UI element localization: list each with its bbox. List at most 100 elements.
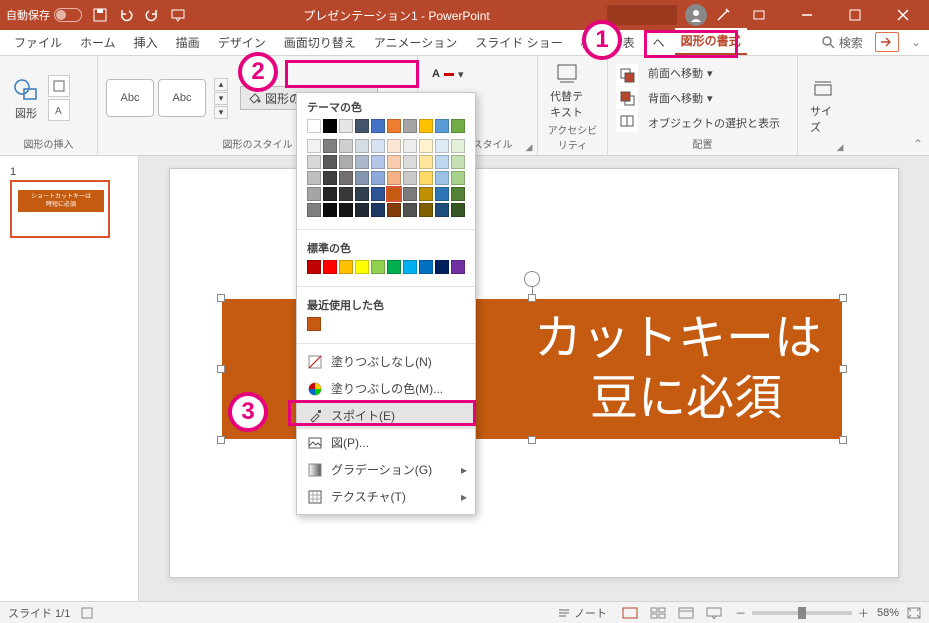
resize-handle[interactable] — [839, 436, 847, 444]
resize-handle[interactable] — [217, 365, 225, 373]
chevron-down-icon[interactable]: ⌄ — [911, 35, 921, 49]
selection-pane-icon[interactable] — [616, 110, 638, 132]
alt-text-button[interactable]: 代替テ キスト — [546, 60, 587, 122]
color-swatch[interactable] — [307, 155, 321, 169]
tab-draw[interactable]: 描画 — [168, 30, 208, 55]
color-swatch[interactable] — [435, 260, 449, 274]
edit-shape-icon[interactable] — [48, 75, 70, 97]
eyedropper-item[interactable]: スポイト(E) — [297, 402, 475, 429]
resize-handle[interactable] — [839, 365, 847, 373]
gallery-up-icon[interactable]: ▴ — [214, 78, 228, 91]
color-swatch[interactable] — [451, 139, 465, 153]
color-swatch[interactable] — [403, 119, 417, 133]
sorter-view-icon[interactable] — [647, 605, 669, 621]
color-swatch[interactable] — [307, 171, 321, 185]
zoom-out-button[interactable]: － — [735, 605, 746, 621]
shapes-gallery-button[interactable]: 図形 — [8, 73, 44, 123]
tab-transitions[interactable]: 画面切り替え — [276, 30, 364, 55]
color-swatch[interactable] — [323, 260, 337, 274]
color-swatch[interactable] — [371, 119, 385, 133]
slide-canvas[interactable]: カットキーは 豆に必須 — [169, 168, 899, 578]
gallery-down-icon[interactable]: ▾ — [214, 92, 228, 105]
color-swatch[interactable] — [307, 139, 321, 153]
color-swatch[interactable] — [435, 171, 449, 185]
color-swatch[interactable] — [403, 260, 417, 274]
color-swatch[interactable] — [371, 260, 385, 274]
color-swatch[interactable] — [339, 203, 353, 217]
style-preview-1[interactable]: Abc — [106, 79, 154, 117]
zoom-slider[interactable] — [752, 611, 852, 615]
color-swatch[interactable] — [451, 119, 465, 133]
color-swatch[interactable] — [387, 187, 401, 201]
color-swatch[interactable] — [323, 171, 337, 185]
color-swatch[interactable] — [419, 139, 433, 153]
color-swatch[interactable] — [403, 187, 417, 201]
color-swatch[interactable] — [355, 155, 369, 169]
user-avatar-icon[interactable] — [685, 4, 707, 26]
autosave-toggle[interactable]: 自動保存 — [6, 7, 82, 23]
notes-button[interactable]: ノート — [558, 605, 607, 621]
color-swatch[interactable] — [387, 155, 401, 169]
no-fill-item[interactable]: 塗りつぶしなし(N) — [297, 348, 475, 375]
color-swatch[interactable] — [387, 203, 401, 217]
color-swatch[interactable] — [355, 187, 369, 201]
color-swatch[interactable] — [387, 139, 401, 153]
color-swatch[interactable] — [435, 139, 449, 153]
collapse-ribbon-icon[interactable]: ⌃ — [913, 137, 923, 151]
color-swatch[interactable] — [451, 155, 465, 169]
color-swatch[interactable] — [371, 139, 385, 153]
redo-icon[interactable] — [144, 7, 160, 23]
bring-front-icon[interactable] — [616, 64, 638, 86]
color-swatch[interactable] — [387, 171, 401, 185]
dialog-launcher-icon[interactable]: ◢ — [834, 141, 846, 153]
color-swatch[interactable] — [307, 260, 321, 274]
save-icon[interactable] — [92, 7, 108, 23]
color-swatch[interactable] — [307, 203, 321, 217]
color-swatch[interactable] — [355, 203, 369, 217]
resize-handle[interactable] — [217, 294, 225, 302]
color-swatch[interactable] — [339, 139, 353, 153]
fit-window-icon[interactable] — [907, 607, 921, 619]
share-button[interactable] — [875, 32, 899, 52]
color-swatch[interactable] — [323, 203, 337, 217]
spellcheck-icon[interactable] — [80, 606, 94, 620]
color-swatch[interactable] — [403, 139, 417, 153]
color-swatch[interactable] — [307, 187, 321, 201]
autosave-pill[interactable] — [54, 8, 82, 22]
picture-fill-item[interactable]: 図(P)... — [297, 429, 475, 456]
color-swatch[interactable] — [339, 119, 353, 133]
color-swatch[interactable] — [387, 119, 401, 133]
tab-file[interactable]: ファイル — [6, 30, 70, 55]
color-swatch[interactable] — [323, 139, 337, 153]
search-box[interactable]: 検索 — [821, 34, 863, 51]
color-swatch[interactable] — [339, 171, 353, 185]
resize-handle[interactable] — [528, 436, 536, 444]
color-swatch[interactable] — [435, 187, 449, 201]
color-swatch[interactable] — [403, 155, 417, 169]
normal-view-icon[interactable] — [619, 605, 641, 621]
zoom-value[interactable]: 58% — [877, 607, 899, 619]
color-swatch[interactable] — [387, 260, 401, 274]
color-swatch[interactable] — [419, 119, 433, 133]
color-swatch[interactable] — [419, 171, 433, 185]
send-back-icon[interactable] — [616, 87, 638, 109]
text-box-icon[interactable]: A — [48, 99, 70, 121]
color-swatch[interactable] — [419, 203, 433, 217]
tab-help[interactable]: ヘ — [645, 30, 673, 55]
color-swatch[interactable] — [403, 203, 417, 217]
slideshow-view-icon[interactable] — [703, 605, 725, 621]
color-swatch[interactable] — [355, 171, 369, 185]
color-swatch[interactable] — [339, 260, 353, 274]
more-colors-item[interactable]: 塗りつぶしの色(M)... — [297, 375, 475, 402]
undo-icon[interactable] — [118, 7, 134, 23]
color-swatch[interactable] — [371, 171, 385, 185]
send-backward-button[interactable]: 背面へ移動 ▾ — [642, 87, 786, 109]
bring-forward-button[interactable]: 前面へ移動 ▾ — [642, 62, 786, 84]
gradient-fill-item[interactable]: グラデーション(G)▸ — [297, 456, 475, 483]
color-swatch[interactable] — [451, 171, 465, 185]
color-swatch[interactable] — [323, 119, 337, 133]
color-swatch[interactable] — [355, 139, 369, 153]
slideshow-start-icon[interactable] — [170, 7, 186, 23]
tab-shape-format[interactable]: 図形の書式 — [675, 28, 747, 55]
rotate-handle-icon[interactable] — [524, 271, 540, 287]
